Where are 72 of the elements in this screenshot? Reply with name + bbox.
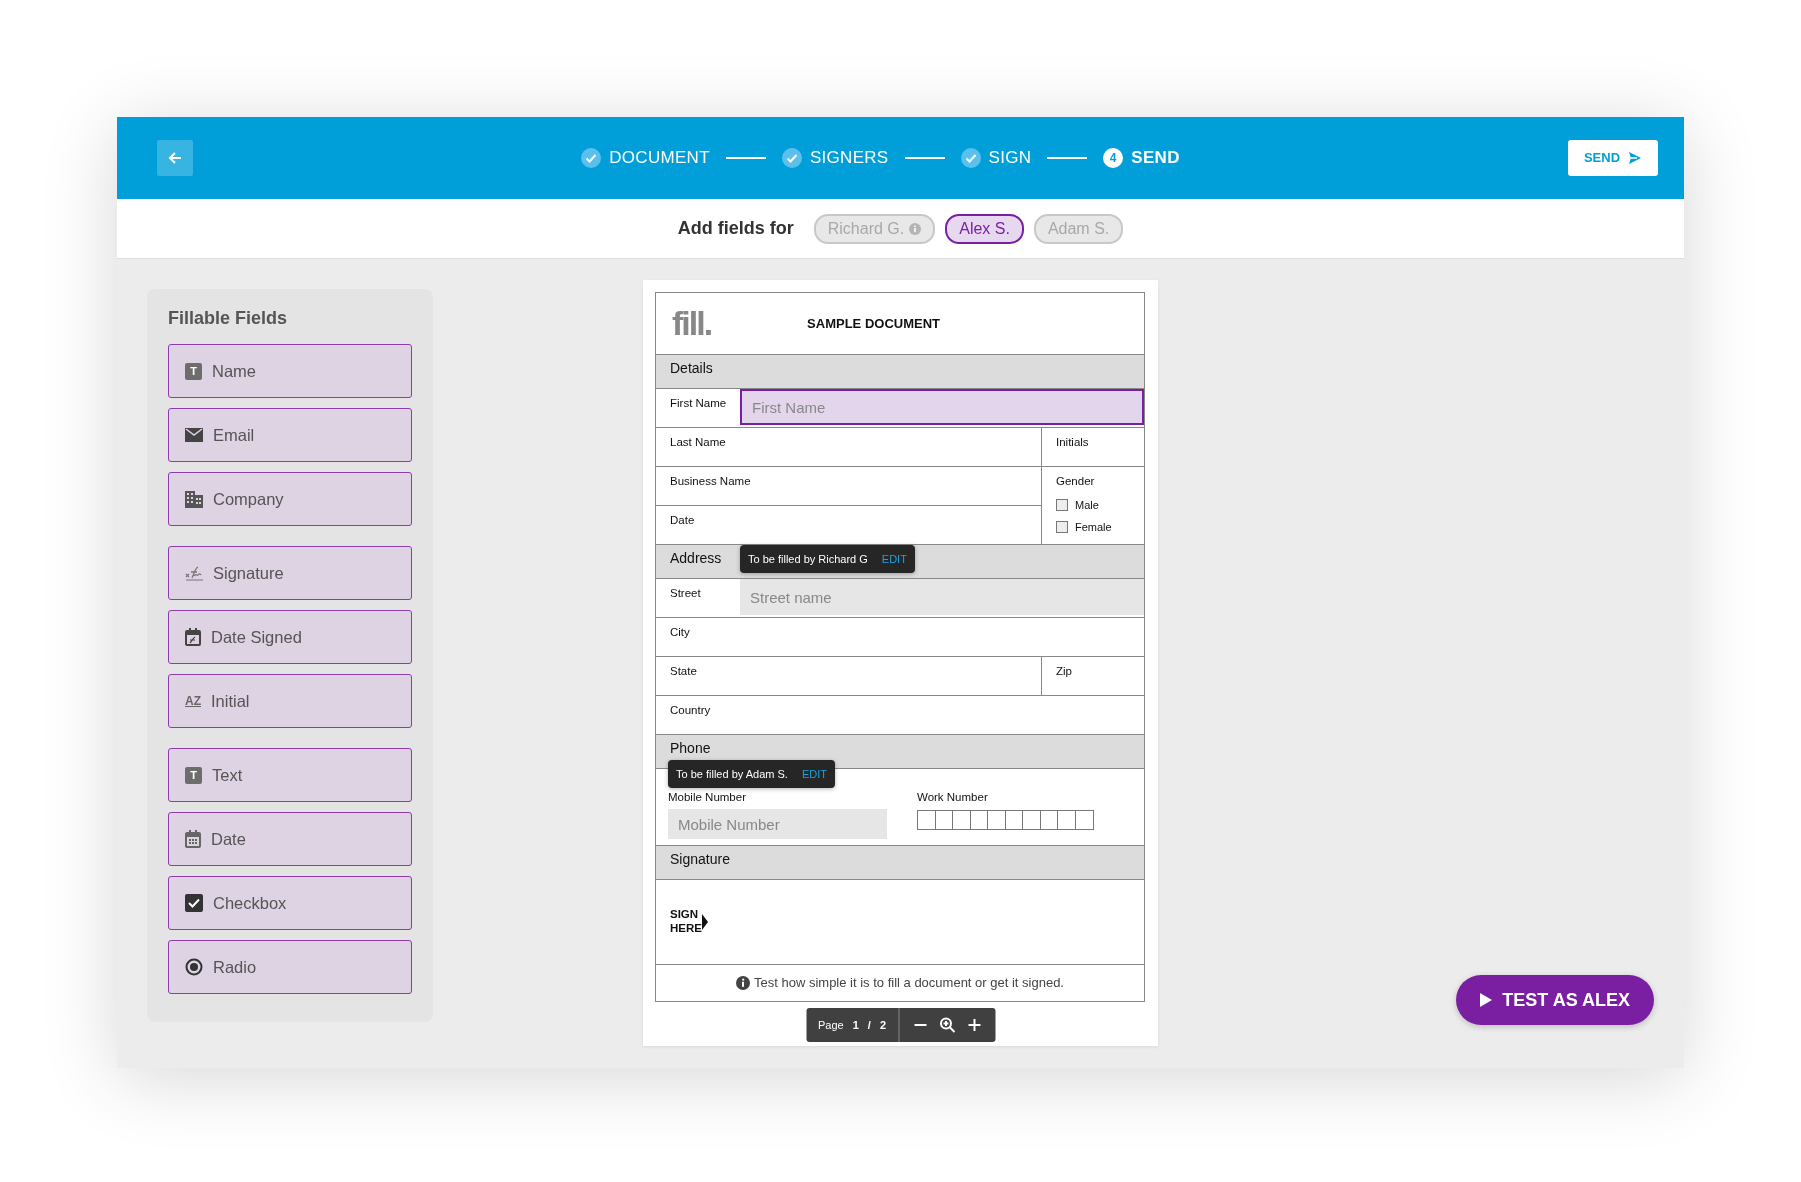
field-type-button[interactable]: T Name [168,344,412,398]
test-button[interactable]: TEST AS ALEX [1456,975,1654,1025]
tooltip-text: To be filled by Richard G [748,551,868,567]
step-label[interactable]: DOCUMENT [609,145,710,171]
page-label: Page [818,1017,844,1033]
checkbox[interactable] [1056,499,1068,512]
field-label: Mobile Number [668,790,747,805]
document-title: SAMPLE DOCUMENT [807,314,940,333]
play-icon [1480,993,1493,1007]
back-arrow-icon [167,150,183,166]
field-type-button[interactable]: Signature [168,546,412,600]
field-label: Street [669,586,702,601]
tooltip-text: To be filled by Adam S. [676,766,788,782]
info-note: Test how simple it is to fill a document or get it signed. [754,974,1064,993]
step-label[interactable]: SIGN [988,145,1032,171]
back-button[interactable] [157,140,193,176]
calendar-icon [185,830,201,848]
building-icon [185,490,203,508]
field-type-button[interactable]: Date [168,812,412,866]
field-type-button[interactable]: Email [168,408,412,462]
page-number: 1 [852,1017,859,1033]
add-fields-label: Add fields for [677,217,794,240]
input-field[interactable]: Mobile Number [668,809,887,840]
field-label: Last Name [669,435,727,450]
text-field-icon: T [185,362,202,380]
field-type-button[interactable]: AZ Initial [168,674,412,728]
field-type-button[interactable]: Date Signed [168,610,412,664]
page-separator: / [867,1017,871,1033]
page-count: 2 [879,1017,886,1033]
section-header: Details [655,354,1145,389]
send-button[interactable]: SEND [1568,140,1658,176]
radio-icon [185,958,203,976]
info-icon [736,975,750,990]
input-field[interactable]: Street name [740,579,1144,615]
panel-title: Fillable Fields [168,307,289,330]
step-label[interactable]: SIGNERS [809,145,889,171]
step-number: 4 [1103,148,1124,168]
calendar-signature-icon [185,628,201,646]
plus-icon [967,1018,981,1032]
text-field-icon: T [185,766,202,784]
send-icon [1628,151,1643,165]
input-field[interactable]: First Name [740,389,1144,425]
digit-boxes-field[interactable] [917,810,1094,831]
field-label: Initials [1055,435,1090,450]
edit-link[interactable]: EDIT [881,550,907,567]
section-header: Signature [655,845,1145,880]
pointer-icon [701,914,708,931]
field-type-button[interactable]: Checkbox [168,876,412,930]
step-label[interactable]: SEND [1131,145,1180,171]
field-label: State [669,664,698,679]
field-label: City [669,625,691,640]
checkbox[interactable] [1056,520,1068,533]
logo: fill. [672,303,712,344]
zoom-icon [939,1017,955,1033]
option-label: Female [1075,519,1112,535]
field-label: Country [669,703,712,718]
sign-here-label: SIGN HERE [670,908,702,936]
checkbox-icon [185,894,203,912]
field-label: Zip [1055,664,1073,679]
signature-icon [185,565,203,581]
envelope-icon [185,428,203,442]
field-type-button[interactable]: Company [168,472,412,526]
field-label: First Name [669,396,728,411]
option-label: Male [1075,498,1099,513]
initials-icon: AZ [185,692,201,710]
field-label: Work Number [917,790,989,805]
field-label: Date [669,513,696,528]
field-label: Business Name [669,474,752,489]
field-label: Gender [1055,474,1096,489]
field-type-button[interactable]: T Text [168,748,412,802]
signer-tab[interactable]: Alex S. [945,213,1024,244]
field-type-button[interactable]: Radio [168,940,412,994]
